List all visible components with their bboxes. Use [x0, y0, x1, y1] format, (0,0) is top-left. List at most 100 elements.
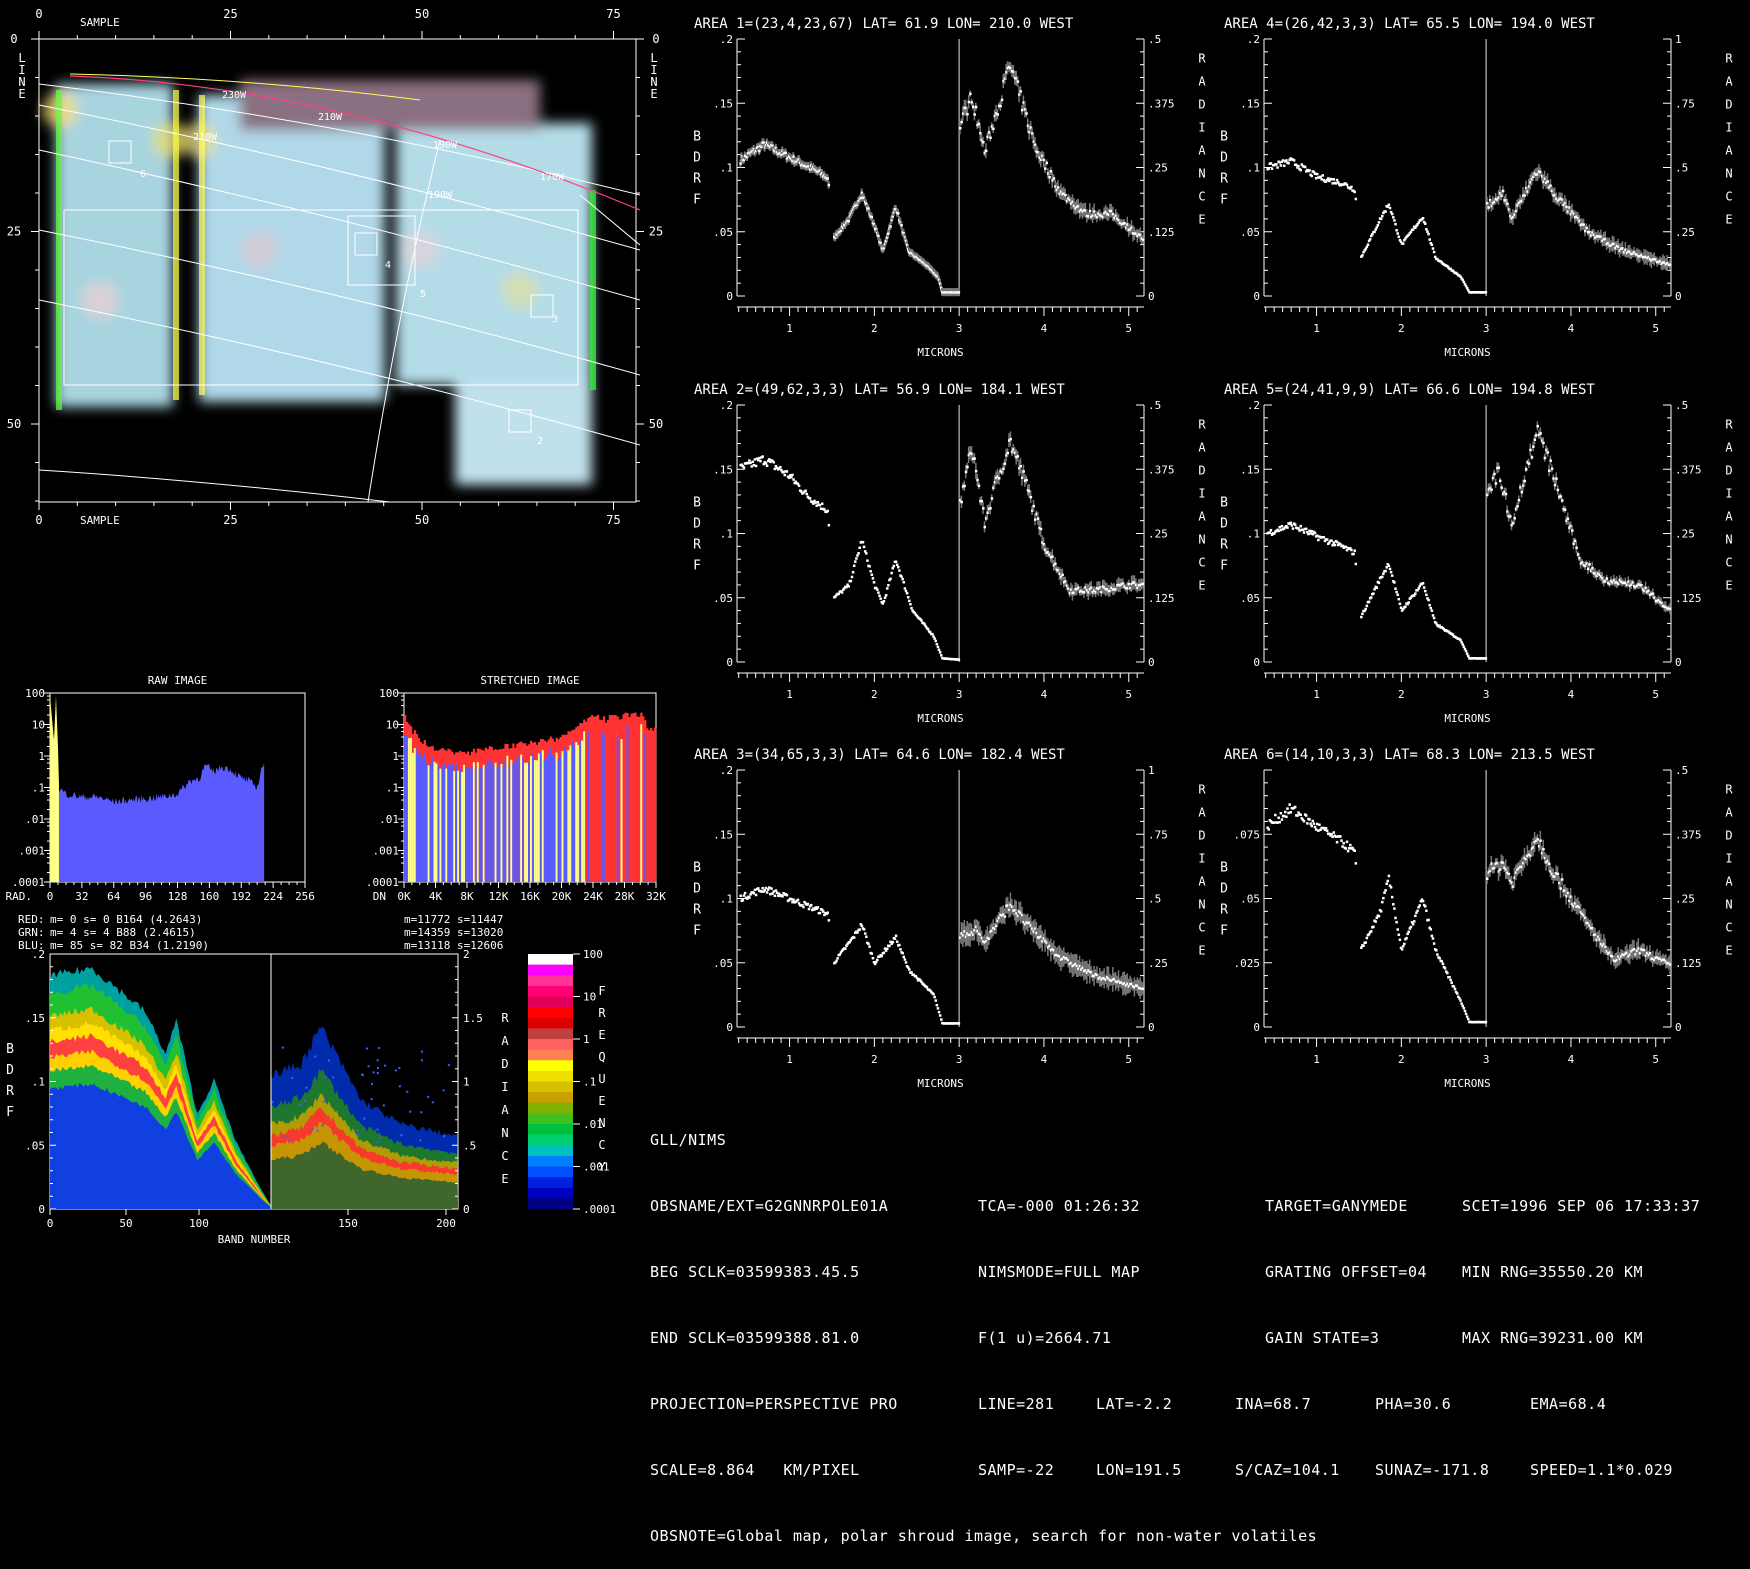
red-bar [606, 719, 610, 882]
data-point [1297, 164, 1300, 168]
data-point [859, 196, 863, 200]
data-point [1349, 843, 1352, 847]
data-point [1270, 167, 1274, 170]
data-point [903, 587, 907, 590]
data-point [940, 654, 943, 657]
left-tick-label: .1 [720, 162, 733, 175]
stacked-bar [549, 747, 552, 882]
data-point [1287, 811, 1290, 815]
data-point [823, 508, 826, 511]
data-point [748, 896, 751, 899]
colorbar-tick-label: 10 [583, 991, 596, 1004]
info-end-sclk: END SCLK=03599388.81.0 [650, 1329, 860, 1347]
data-point [1559, 495, 1563, 498]
cube-scatter-point [447, 1064, 450, 1067]
cube-scatter-point [305, 1086, 308, 1089]
data-point [1462, 1006, 1466, 1010]
data-point [1547, 862, 1551, 866]
data-point [1324, 826, 1328, 830]
data-point [827, 919, 831, 922]
data-point [1390, 895, 1394, 899]
data-point [1536, 838, 1539, 841]
colorbar-swatch [528, 985, 573, 997]
cube-scatter-point [443, 1135, 446, 1138]
data-point [1394, 587, 1397, 590]
left-tick-label: .05 [1240, 226, 1260, 239]
data-point [871, 577, 875, 580]
right-tick-label: .5 [1148, 399, 1161, 412]
data-point [1315, 534, 1319, 538]
data-point [1360, 946, 1363, 949]
data-point [770, 887, 773, 890]
stacked-bar [587, 731, 590, 882]
colorbar-swatch [528, 1007, 573, 1019]
stacked-bar [579, 739, 582, 882]
data-point [1517, 498, 1521, 502]
data-point [1379, 910, 1383, 913]
stacked-bar [468, 769, 472, 882]
cube-scatter-point [281, 1046, 284, 1049]
stats-label: GRN: [18, 926, 45, 939]
red-bar [608, 715, 617, 882]
stacked-bar [531, 754, 535, 882]
data-point [805, 492, 809, 496]
x-tick-label: 1 [1313, 688, 1320, 701]
right-axis-label: D [1725, 98, 1732, 112]
data-point [1605, 577, 1609, 580]
x-tick-label: 5 [1652, 322, 1659, 335]
data-point [1279, 164, 1283, 167]
y-tick-label: 25 [7, 225, 21, 239]
x-tick-label: 3 [956, 1053, 963, 1066]
data-point [858, 546, 861, 550]
x-tick-label: 5 [1125, 1053, 1132, 1066]
right-tick-label: .5 [1675, 162, 1688, 175]
data-point [887, 584, 890, 587]
y-tick-label: .01 [379, 813, 399, 826]
data-point [997, 477, 1001, 480]
stacked-bar [537, 753, 541, 882]
data-point [772, 461, 775, 464]
data-point [1432, 616, 1436, 620]
data-point [1395, 229, 1398, 232]
data-point [1669, 963, 1672, 966]
x-tick-label: 2 [871, 322, 878, 335]
data-point [1383, 891, 1386, 894]
x-tick-label: 25 [223, 513, 237, 527]
data-point [761, 455, 764, 458]
data-point [1334, 182, 1338, 185]
data-point [868, 945, 871, 948]
data-point [1310, 529, 1313, 533]
data-point [1314, 176, 1318, 180]
data-point [1490, 488, 1493, 491]
stacked-bar [413, 747, 417, 882]
data-point [1003, 915, 1007, 918]
data-point [885, 587, 889, 590]
data-point [758, 149, 761, 153]
right-axis-label: E [1198, 944, 1205, 958]
right-axis-label: I [501, 1080, 508, 1094]
red-bar [585, 721, 588, 882]
right-axis-label: E [1198, 213, 1205, 227]
data-point [938, 651, 942, 654]
data-point [1361, 254, 1364, 257]
colorbar-label: N [598, 1116, 605, 1130]
left-tick-label: .2 [1247, 399, 1260, 412]
data-point [893, 937, 897, 940]
data-point [1311, 532, 1315, 536]
stacked-bar [455, 763, 458, 882]
data-point [1539, 839, 1542, 842]
data-point [870, 573, 874, 577]
data-point [1416, 909, 1419, 913]
data-point [1588, 563, 1591, 566]
data-point [792, 898, 795, 901]
data-point [1412, 920, 1416, 923]
data-point [989, 136, 992, 140]
stacked-bar [577, 745, 580, 882]
data-point [752, 892, 756, 895]
x-tick-label: 3 [1483, 688, 1490, 701]
info-scale: SCALE=8.864 KM/PIXEL [650, 1461, 860, 1479]
data-point [1016, 455, 1020, 458]
stacked-bar [441, 766, 444, 882]
right-axis-label: R [501, 1011, 509, 1025]
histogram-title: STRETCHED IMAGE [480, 674, 579, 687]
